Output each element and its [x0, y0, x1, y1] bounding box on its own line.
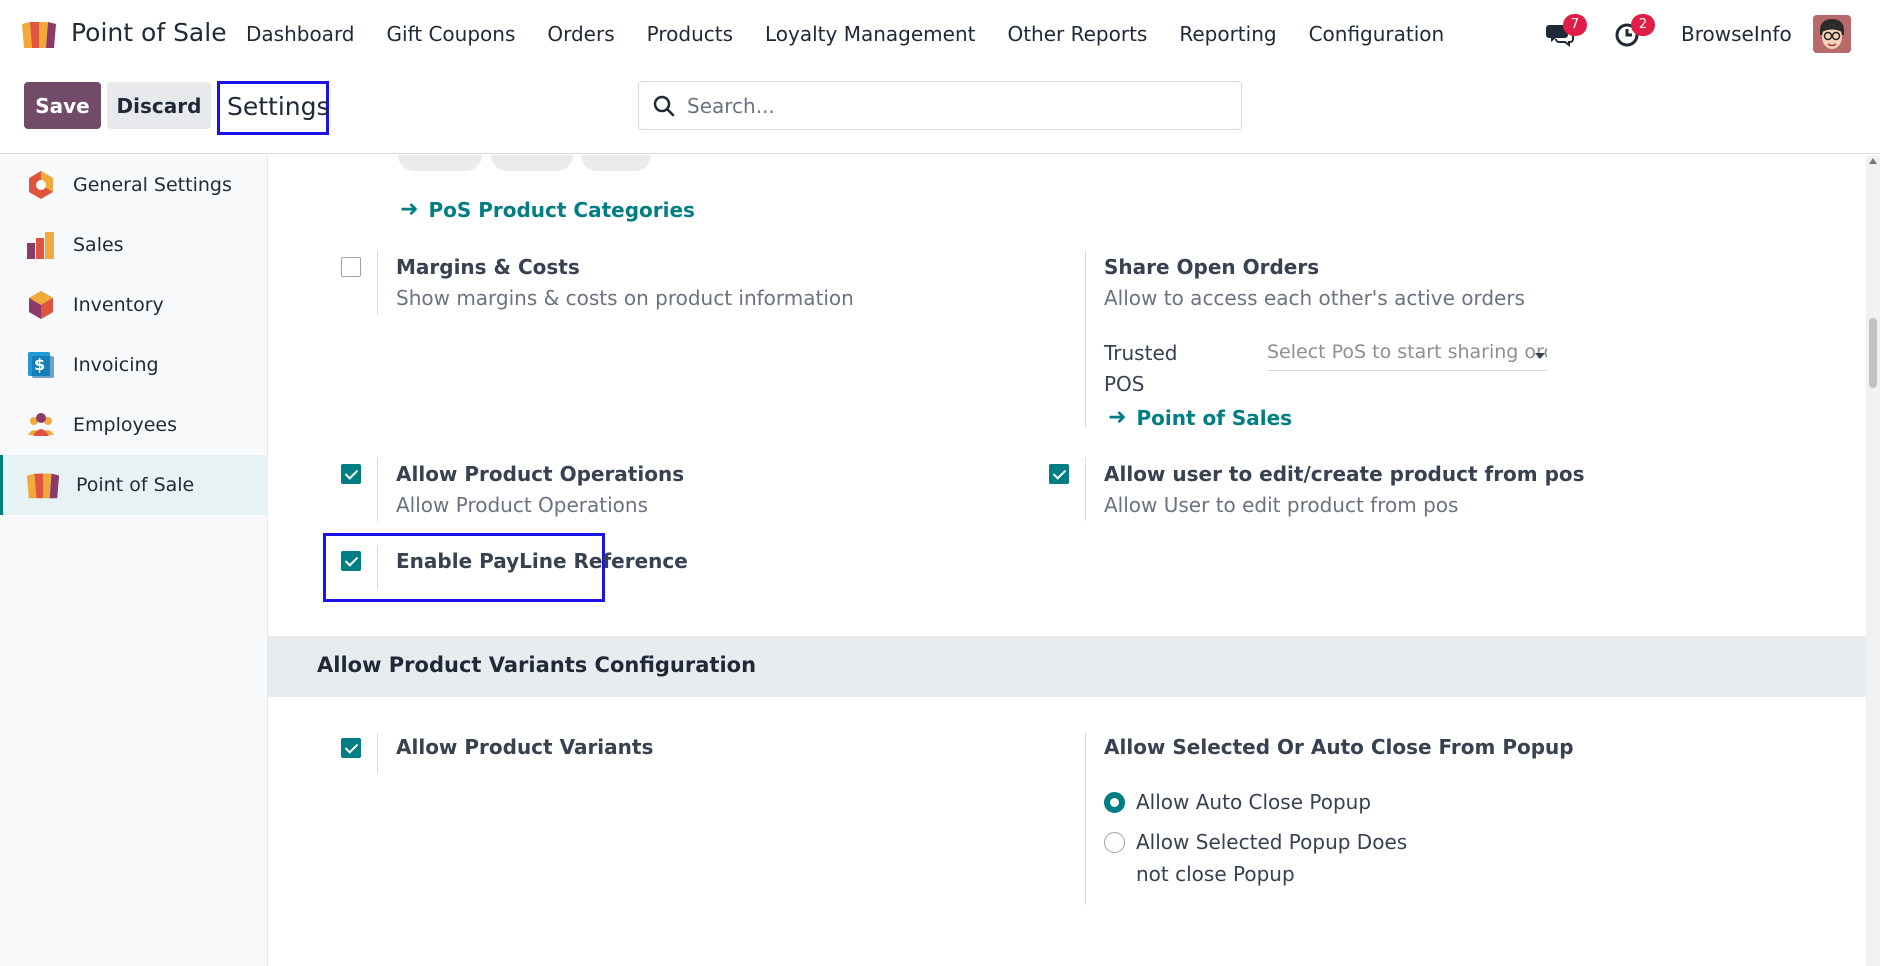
sidebar-item-general-settings[interactable]: General Settings	[0, 155, 268, 215]
allow-product-operations-title: Allow Product Operations	[396, 462, 685, 486]
divider	[377, 733, 378, 773]
share-open-orders-description: Allow to access each other's active orde…	[1104, 286, 1525, 310]
app-name[interactable]: Point of Sale	[71, 18, 227, 47]
sidebar-item-label: General Settings	[73, 174, 232, 196]
menu-other-reports[interactable]: Other Reports	[991, 22, 1163, 46]
share-open-orders-title: Share Open Orders	[1104, 255, 1320, 279]
breadcrumb: Settings	[227, 92, 330, 121]
arrow-right-icon: ➜	[1108, 405, 1127, 430]
auto-close-popup-radio[interactable]	[1104, 792, 1125, 813]
link-label: PoS Product Categories	[428, 197, 695, 222]
category-tag	[398, 155, 482, 171]
sidebar-item-label: Employees	[73, 414, 177, 436]
settings-sidebar: General Settings Sales Inventory $ Invoi…	[0, 155, 268, 966]
trusted-pos-placeholder: Select PoS to start sharing orders	[1267, 341, 1547, 363]
caret-down-icon	[1535, 353, 1545, 359]
divider	[377, 545, 378, 589]
divider	[1085, 251, 1086, 427]
sales-icon	[27, 232, 54, 259]
inventory-icon	[29, 291, 53, 319]
breadcrumb-highlight: Settings	[217, 81, 330, 135]
search-input[interactable]	[687, 82, 1227, 129]
allow-product-operations-checkbox[interactable]	[341, 464, 361, 484]
menu-dashboard[interactable]: Dashboard	[230, 22, 371, 46]
edit-product-from-pos-checkbox[interactable]	[1049, 464, 1069, 484]
allow-product-variants-checkbox[interactable]	[341, 738, 361, 758]
category-tag	[491, 155, 573, 171]
margins-costs-title: Margins & Costs	[396, 255, 580, 279]
menu-loyalty-management[interactable]: Loyalty Management	[749, 22, 991, 46]
auto-close-popup-label: Allow Auto Close Popup	[1136, 790, 1372, 814]
trusted-pos-select[interactable]: Select PoS to start sharing orders	[1267, 341, 1547, 371]
main-menu: Dashboard Gift Coupons Orders Products L…	[230, 0, 1460, 68]
divider	[377, 457, 378, 521]
search-bar[interactable]	[638, 81, 1242, 130]
activities-button[interactable]: 2	[1613, 14, 1655, 48]
link-label: Point of Sales	[1136, 405, 1293, 430]
activities-badge: 2	[1631, 14, 1655, 36]
enable-payline-reference-title: Enable PayLine Reference	[396, 549, 688, 573]
sidebar-item-label: Sales	[73, 234, 124, 256]
search-icon	[653, 95, 675, 117]
menu-gift-coupons[interactable]: Gift Coupons	[371, 22, 532, 46]
divider	[377, 251, 378, 315]
margins-costs-description: Show margins & costs on product informat…	[396, 286, 854, 310]
sidebar-item-employees[interactable]: Employees	[0, 395, 268, 455]
edit-product-from-pos-description: Allow User to edit product from pos	[1104, 493, 1459, 517]
messages-button[interactable]: 7	[1545, 14, 1587, 48]
scrollbar-thumb[interactable]	[1869, 318, 1877, 388]
category-tag	[581, 155, 651, 171]
settings-content: ➜ PoS Product Categories Margins & Costs…	[268, 155, 1866, 966]
sidebar-item-label: Invoicing	[73, 354, 159, 376]
trusted-pos-label: POS	[1104, 372, 1145, 396]
selected-popup-radio[interactable]	[1104, 832, 1125, 853]
sidebar-item-inventory[interactable]: Inventory	[0, 275, 268, 335]
selected-popup-label: Allow Selected Popup Does	[1136, 830, 1408, 854]
arrow-right-icon: ➜	[400, 197, 419, 222]
point-of-sale-icon	[26, 473, 60, 499]
top-navbar: Point of Sale Dashboard Gift Coupons Ord…	[0, 0, 1880, 68]
avatar[interactable]	[1813, 15, 1851, 53]
scrollbar[interactable]	[1866, 155, 1880, 966]
sidebar-item-sales[interactable]: Sales	[0, 215, 268, 275]
svg-text:$: $	[34, 355, 45, 374]
general-settings-icon	[29, 171, 53, 199]
sidebar-item-invoicing[interactable]: $ Invoicing	[0, 335, 268, 395]
selected-popup-label: not close Popup	[1136, 862, 1295, 886]
company-switcher[interactable]: BrowseInfo	[1681, 22, 1792, 46]
discard-button[interactable]: Discard	[107, 82, 211, 129]
menu-products[interactable]: Products	[631, 22, 749, 46]
margins-costs-checkbox[interactable]	[341, 257, 361, 277]
section-title: Allow Product Variants Configuration	[317, 653, 757, 677]
employees-icon	[28, 413, 54, 436]
user-avatar-icon	[1813, 15, 1851, 53]
control-panel: Save Discard Settings	[0, 68, 1880, 154]
point-of-sale-app-icon[interactable]	[20, 18, 58, 50]
popup-setting-title: Allow Selected Or Auto Close From Popup	[1104, 735, 1574, 759]
menu-reporting[interactable]: Reporting	[1163, 22, 1292, 46]
point-of-sales-link[interactable]: ➜ Point of Sales	[1108, 405, 1292, 430]
messages-badge: 7	[1563, 14, 1587, 36]
scroll-up-icon[interactable]	[1869, 158, 1877, 164]
sidebar-item-label: Inventory	[73, 294, 164, 316]
save-button[interactable]: Save	[24, 82, 101, 129]
allow-product-operations-description: Allow Product Operations	[396, 493, 648, 517]
invoicing-icon: $	[28, 352, 54, 378]
divider	[1085, 457, 1086, 521]
sidebar-item-label: Point of Sale	[76, 474, 195, 496]
edit-product-from-pos-title: Allow user to edit/create product from p…	[1104, 462, 1585, 486]
divider	[1085, 733, 1086, 905]
sidebar-item-point-of-sale[interactable]: Point of Sale	[0, 455, 268, 515]
pos-product-categories-link[interactable]: ➜ PoS Product Categories	[400, 197, 695, 222]
menu-configuration[interactable]: Configuration	[1293, 22, 1461, 46]
enable-payline-reference-checkbox[interactable]	[341, 551, 361, 571]
trusted-pos-label: Trusted	[1104, 341, 1178, 365]
menu-orders[interactable]: Orders	[531, 22, 630, 46]
variants-section-header: Allow Product Variants Configuration	[268, 636, 1866, 697]
allow-product-variants-title: Allow Product Variants	[396, 735, 654, 759]
